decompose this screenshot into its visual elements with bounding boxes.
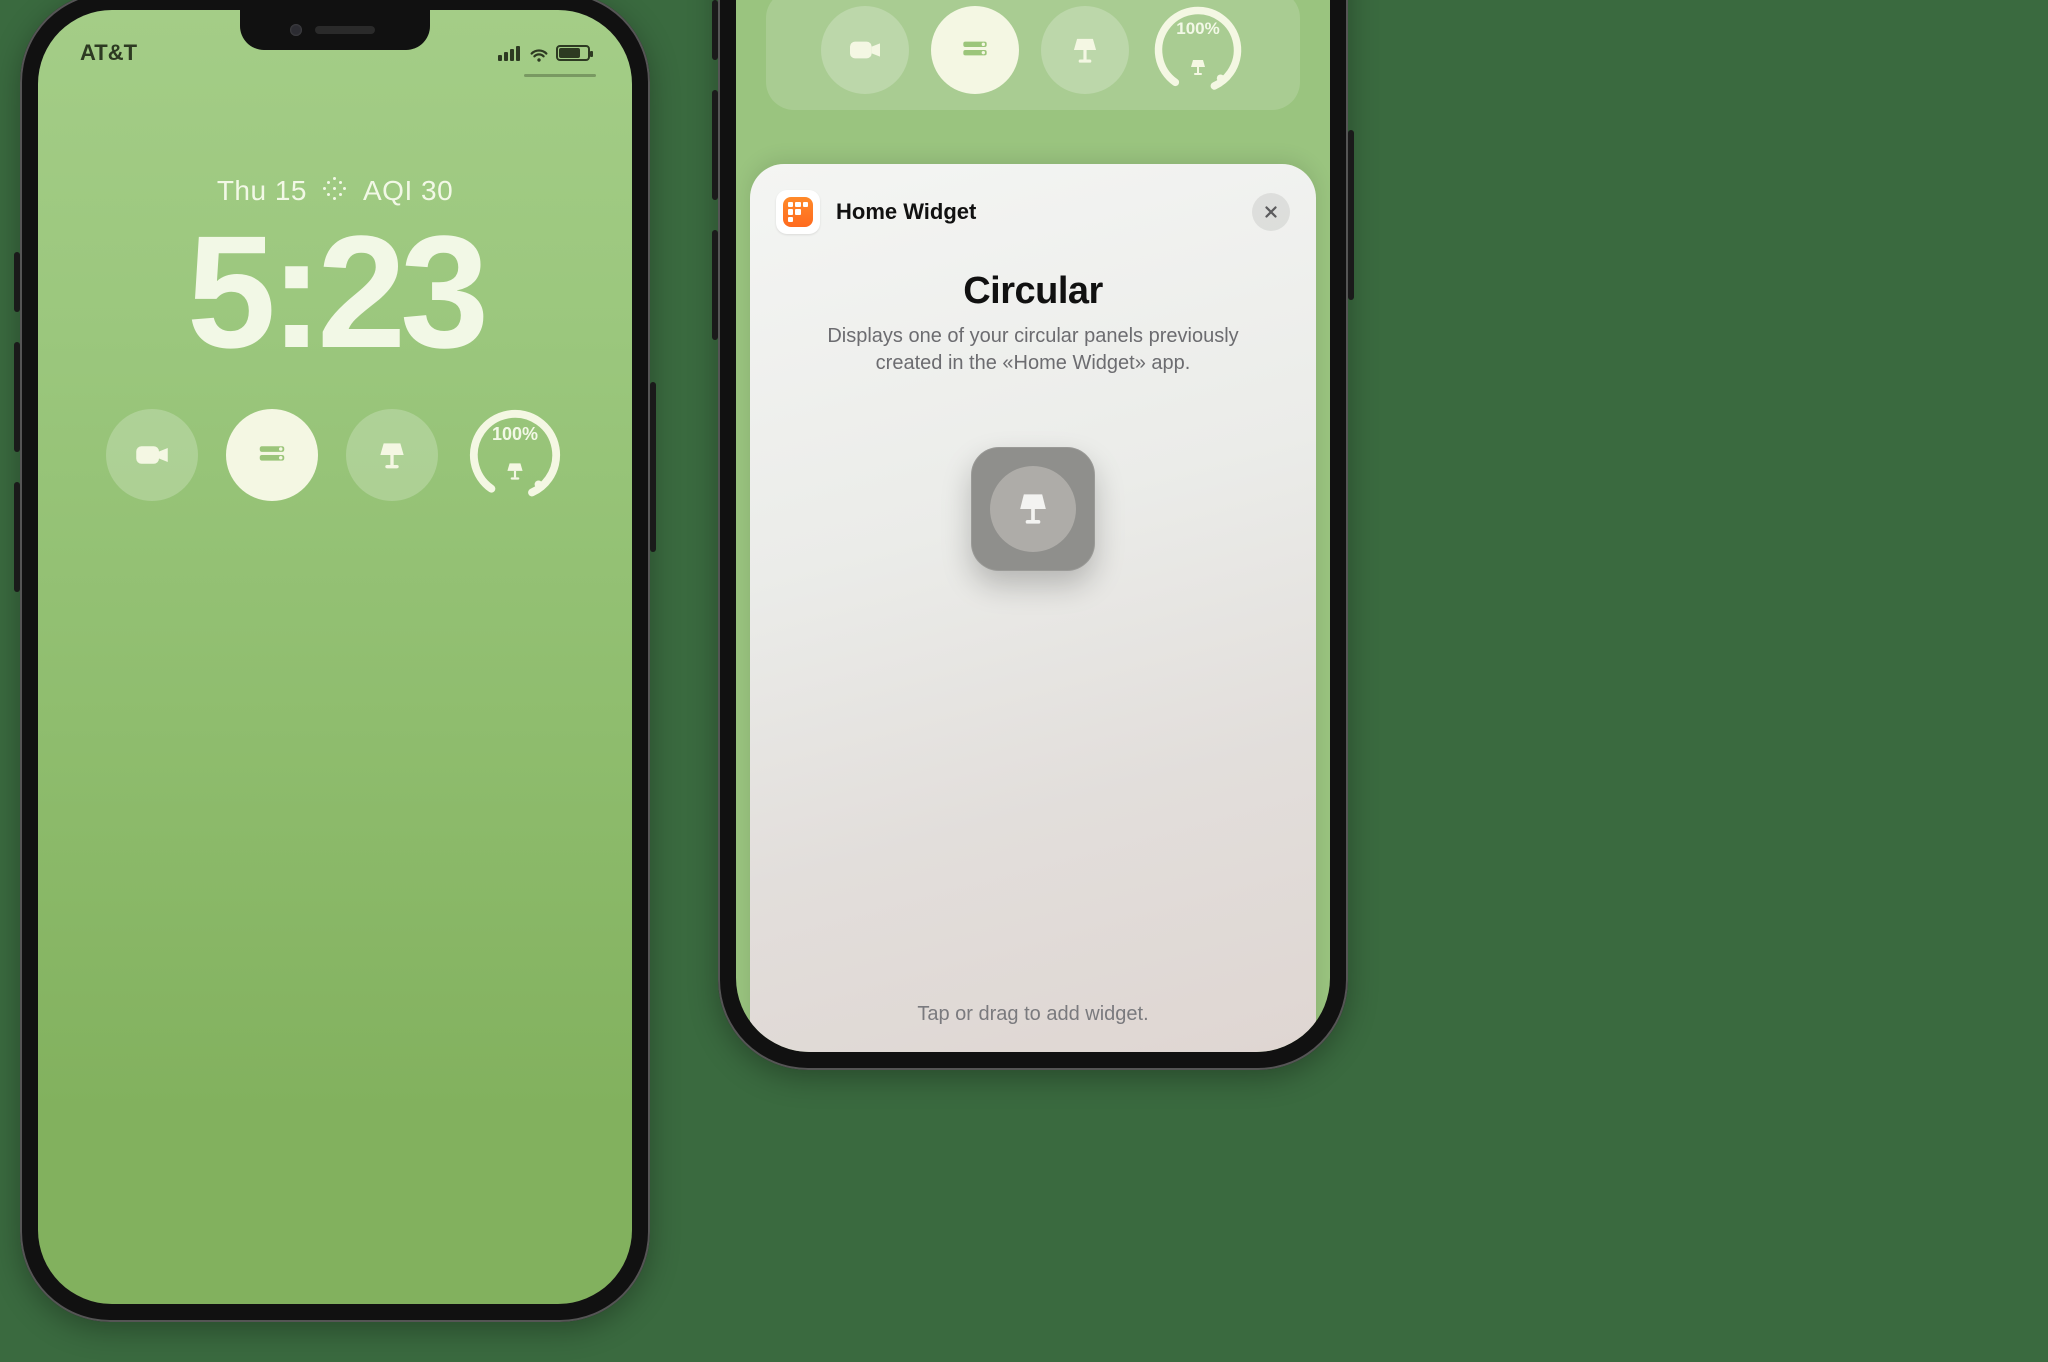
volume-up-button (14, 342, 20, 452)
close-button[interactable] (1252, 193, 1290, 231)
widget-lamp[interactable] (346, 409, 438, 501)
phone-left-frame: AT&T Thu 15 (20, 0, 650, 1322)
blinds-icon (251, 434, 293, 476)
lock-screen: AT&T Thu 15 (38, 10, 632, 1304)
wifi-icon (528, 45, 548, 61)
widget-editor-screen: 100% (736, 0, 1330, 1052)
lamp-icon (1066, 31, 1104, 69)
sheet-body: Circular Displays one of your circular p… (750, 234, 1316, 571)
power-button (1348, 130, 1354, 300)
slot-camera[interactable] (821, 6, 909, 94)
home-widget-app-icon (776, 190, 820, 234)
slot-gauge[interactable]: 100% (1151, 3, 1245, 97)
volume-switch (712, 0, 718, 60)
widget-preview-circle (990, 466, 1076, 552)
status-bar: AT&T (38, 28, 632, 78)
lock-screen-widget-row[interactable]: 100% (38, 406, 632, 504)
video-camera-icon (131, 434, 173, 476)
widget-camera[interactable] (106, 409, 198, 501)
gauge-value: 100% (466, 424, 564, 445)
gauge-lamp-icon (502, 459, 528, 490)
battery-underline (524, 74, 596, 77)
widget-preview-tile[interactable] (971, 447, 1095, 571)
sheet-app-title: Home Widget (836, 199, 976, 225)
widget-type-heading: Circular (794, 270, 1272, 313)
volume-up-button (712, 90, 718, 200)
close-icon (1262, 203, 1280, 221)
phone-right-frame: 100% (718, 0, 1348, 1070)
status-right (498, 45, 590, 61)
volume-switch (14, 252, 20, 312)
cellular-signal-icon (498, 45, 520, 61)
lamp-icon (1011, 487, 1055, 531)
widget-picker-sheet: Home Widget Circular Displays one of you… (750, 164, 1316, 1052)
widget-battery-gauge[interactable]: 100% (466, 406, 564, 504)
power-button (650, 382, 656, 552)
slot-lamp[interactable] (1041, 6, 1129, 94)
clock-time: 5:23 (38, 200, 632, 384)
gauge-lamp-icon (1186, 56, 1210, 85)
widget-blinds[interactable] (226, 409, 318, 501)
widget-type-description: Displays one of your circular panels pre… (794, 323, 1272, 377)
blinds-icon (955, 30, 995, 70)
sheet-header: Home Widget (750, 164, 1316, 234)
video-camera-icon (845, 30, 885, 70)
battery-icon (556, 45, 590, 61)
gauge-value: 100% (1151, 19, 1245, 39)
slot-blinds[interactable] (931, 6, 1019, 94)
volume-down-button (14, 482, 20, 592)
carrier-label: AT&T (80, 40, 137, 66)
volume-down-button (712, 230, 718, 340)
widget-slot-strip[interactable]: 100% (766, 0, 1300, 110)
lamp-icon (372, 435, 412, 475)
sheet-footer-hint: Tap or drag to add widget. (750, 1003, 1316, 1026)
